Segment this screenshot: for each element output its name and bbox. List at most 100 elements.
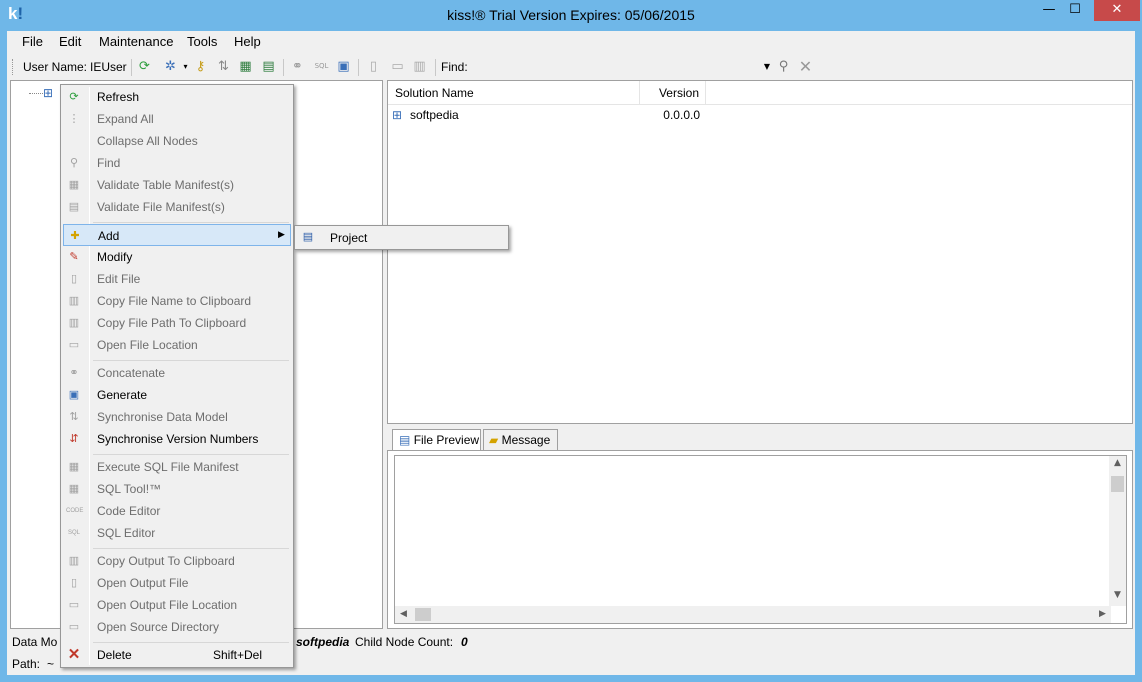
tab-file-preview[interactable]: ▤ File Preview	[392, 429, 481, 452]
status-child-count-label: Child Node Count:	[355, 635, 454, 649]
menu-item-code-editor[interactable]: CODE Code Editor	[63, 500, 291, 522]
menu-tools[interactable]: Tools	[187, 34, 217, 49]
scroll-thumb[interactable]	[415, 608, 431, 621]
status-path-label: Path:	[12, 657, 41, 671]
table-row[interactable]: ⊞ softpedia 0.0.0.0	[388, 107, 1132, 125]
menu-item-label: Expand All	[97, 112, 154, 126]
key-icon[interactable]: ⚷	[192, 58, 209, 75]
menu-item-open-source-directory[interactable]: ▭ Open Source Directory	[63, 616, 291, 638]
clear-icon[interactable]: ✕	[797, 58, 814, 75]
toolbar-grip[interactable]	[12, 59, 15, 75]
menu-help[interactable]: Help	[234, 34, 261, 49]
add-icon: ✚	[70, 230, 80, 242]
menu-item-collapse-all[interactable]: Collapse All Nodes	[63, 130, 291, 152]
submenu-arrow-icon: ▶	[278, 229, 285, 239]
status-child-count-value: 0	[461, 635, 468, 649]
folder-icon[interactable]: ▭	[389, 58, 406, 75]
menu-item-label: Open Source Directory	[97, 620, 220, 634]
find-dropdown-icon[interactable]: ▼	[761, 57, 773, 77]
menu-item-copy-file-name[interactable]: ▥ Copy File Name to Clipboard	[63, 290, 291, 312]
menu-item-sql-tool[interactable]: ▦ SQL Tool!™	[63, 478, 291, 500]
sync-icon[interactable]: ⇅	[215, 58, 232, 75]
menu-item-label: Add	[98, 229, 120, 243]
toolbar-separator	[131, 59, 132, 76]
refresh-icon: ⟳	[69, 91, 79, 103]
menu-item-edit-file[interactable]: ▯ Edit File	[63, 268, 291, 290]
status-node-name: softpedia	[296, 635, 350, 649]
menu-item-concatenate[interactable]: ⚭ Concatenate	[63, 362, 291, 384]
menu-item-label: Generate	[97, 388, 148, 402]
menu-item-open-file-location[interactable]: ▭ Open File Location	[63, 334, 291, 356]
menu-item-refresh[interactable]: ⟳ Refresh	[63, 86, 291, 108]
menu-item-label: Edit File	[97, 272, 141, 286]
menu-item-sync-version[interactable]: ⇵ Synchronise Version Numbers	[63, 428, 291, 450]
menu-item-generate[interactable]: ▣ Generate	[63, 384, 291, 406]
column-header-version[interactable]: Version	[640, 81, 706, 105]
binoculars-icon[interactable]: ⚲	[775, 58, 792, 75]
file-icon[interactable]: ▯	[365, 58, 382, 75]
close-button[interactable]: ✕	[1094, 0, 1140, 21]
tab-message[interactable]: ▰ Message	[483, 429, 558, 451]
link-icon[interactable]: ⚭	[289, 58, 306, 75]
validate-table-icon[interactable]: ▦	[237, 58, 254, 75]
sql-icon[interactable]: SQL	[313, 58, 330, 75]
validate-file-icon[interactable]: ▤	[260, 58, 277, 75]
generate-icon[interactable]: ▣	[335, 58, 352, 75]
grid-header: Solution Name Version	[388, 81, 1132, 105]
menu-item-open-output-location[interactable]: ▭ Open Output File Location	[63, 594, 291, 616]
maximize-button[interactable]: ☐	[1062, 0, 1088, 21]
menu-item-delete[interactable]: ✕ Delete Shift+Del	[63, 644, 291, 666]
app-window: k! kiss!® Trial Version Expires: 05/06/2…	[0, 0, 1142, 682]
menu-item-label: Synchronise Data Model	[97, 410, 228, 424]
solution-icon: ⊞	[43, 86, 54, 100]
collapse-icon	[66, 133, 82, 149]
menu-file[interactable]: File	[22, 34, 43, 49]
menu-bar: File Edit Maintenance Tools Help	[7, 31, 1135, 53]
menu-edit[interactable]: Edit	[59, 34, 81, 49]
window-title: kiss!® Trial Version Expires: 05/06/2015	[447, 7, 695, 23]
vertical-scrollbar[interactable]: ▲ ▼	[1109, 456, 1126, 606]
menu-item-find[interactable]: ⚲ Find	[63, 152, 291, 174]
status-path-value: ~	[47, 657, 55, 671]
horizontal-scrollbar[interactable]: ◀ ▶	[395, 606, 1111, 623]
file-preview-icon: ▤	[399, 433, 411, 447]
menu-maintenance[interactable]: Maintenance	[99, 34, 173, 49]
menu-item-execute-sql[interactable]: ▦ Execute SQL File Manifest	[63, 456, 291, 478]
scroll-down-icon[interactable]: ▼	[1109, 590, 1126, 600]
add-submenu: ▤ Project	[294, 225, 509, 250]
minimize-button[interactable]: —	[1036, 0, 1062, 21]
menu-item-sql-editor[interactable]: SQL SQL Editor	[63, 522, 291, 544]
menu-item-copy-output[interactable]: ▥ Copy Output To Clipboard	[63, 550, 291, 572]
edit-file-icon: ▯	[70, 273, 78, 285]
clipboard-icon: ▥	[68, 555, 80, 567]
tree-connector	[29, 93, 43, 94]
scroll-up-icon[interactable]: ▲	[1109, 458, 1126, 468]
refresh-icon[interactable]: ⟳	[136, 58, 153, 75]
clipboard-icon[interactable]: ▥	[411, 58, 428, 75]
find-input[interactable]	[472, 57, 772, 77]
menu-item-open-output-file[interactable]: ▯ Open Output File	[63, 572, 291, 594]
menu-separator	[93, 642, 289, 643]
scroll-left-icon[interactable]: ◀	[395, 609, 412, 619]
project-icon: ▤	[302, 231, 314, 243]
link-icon: ⚭	[69, 367, 79, 379]
menu-item-sync-data-model[interactable]: ⇅ Synchronise Data Model	[63, 406, 291, 428]
scroll-right-icon[interactable]: ▶	[1094, 609, 1111, 619]
column-header-solution-name[interactable]: Solution Name	[388, 81, 640, 105]
menu-item-label: Modify	[97, 250, 133, 264]
file-preview-area[interactable]: ▲ ▼ ◀ ▶	[394, 455, 1127, 624]
menu-item-modify[interactable]: ✎ Modify	[63, 246, 291, 268]
menu-item-label: Synchronise Version Numbers	[97, 432, 259, 446]
tab-message-label: Message	[501, 433, 551, 447]
scroll-thumb[interactable]	[1111, 476, 1124, 492]
find-label: Find:	[441, 60, 468, 74]
menu-item-copy-file-path[interactable]: ▥ Copy File Path To Clipboard	[63, 312, 291, 334]
menu-item-expand-all[interactable]: ⋮ Expand All	[63, 108, 291, 130]
menu-item-validate-file[interactable]: ▤ Validate File Manifest(s)	[63, 196, 291, 218]
menu-item-shortcut: Shift+Del	[213, 648, 263, 662]
menu-item-label: Open Output File	[97, 576, 189, 590]
menu-item-validate-table[interactable]: ▦ Validate Table Manifest(s)	[63, 174, 291, 196]
menu-item-add[interactable]: ✚ Add ▶	[63, 224, 291, 246]
solution-grid[interactable]: Solution Name Version ⊞ softpedia 0.0.0.…	[387, 80, 1133, 424]
submenu-item-project[interactable]: ▤ Project	[297, 227, 506, 248]
